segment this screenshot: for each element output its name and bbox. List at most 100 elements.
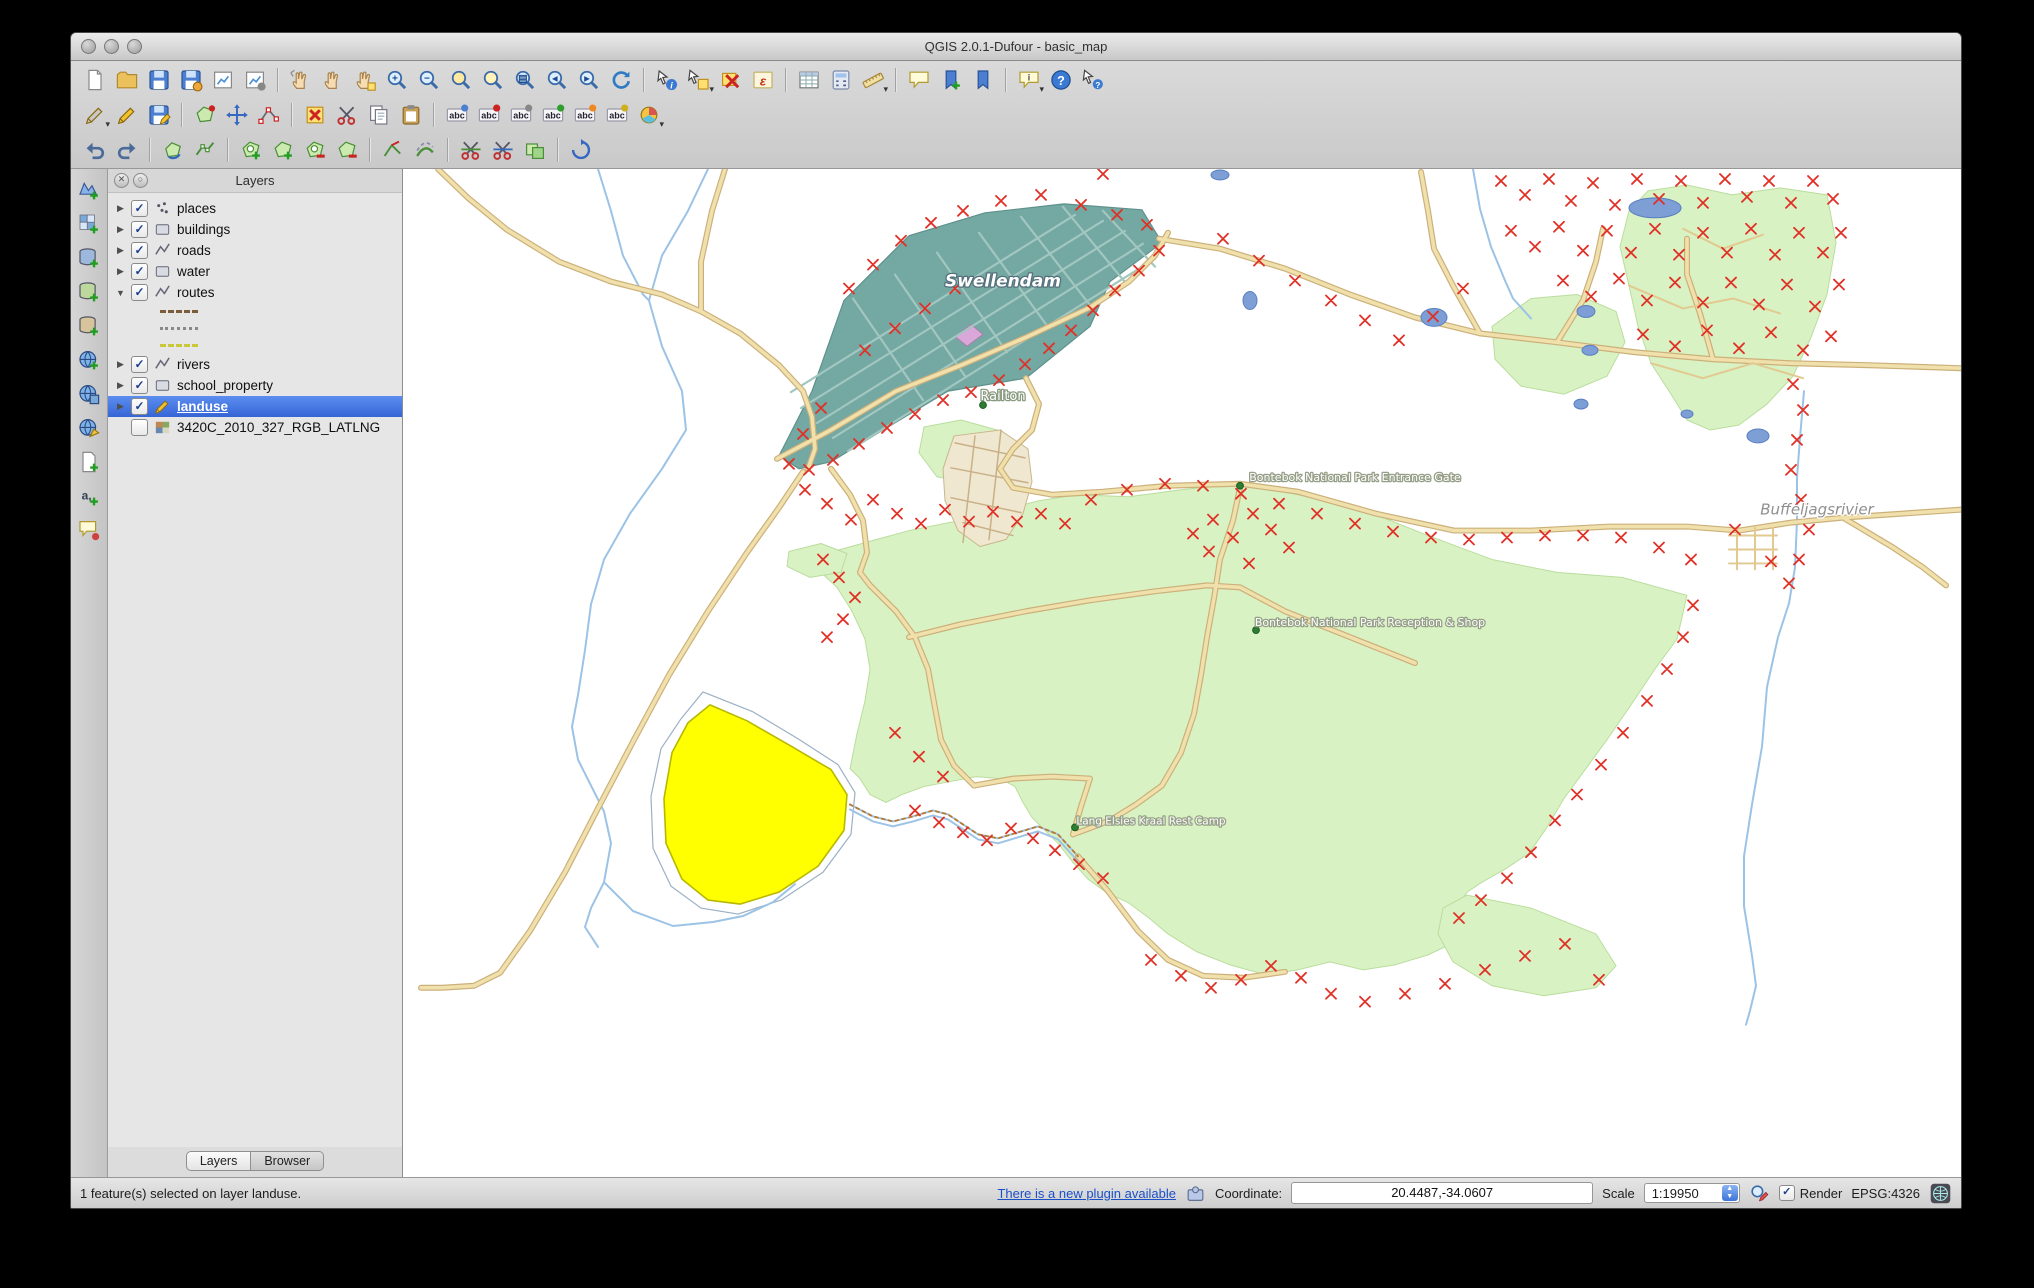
- reshape-features-button[interactable]: [377, 134, 408, 165]
- paste-features-button[interactable]: [395, 99, 426, 130]
- expand-arrow-icon[interactable]: ▶: [115, 380, 126, 391]
- split-features-button[interactable]: [455, 134, 486, 165]
- touch-zoom-pan-button[interactable]: [285, 64, 316, 95]
- simplify-feature-button[interactable]: [189, 134, 220, 165]
- expand-arrow-icon[interactable]: ▶: [115, 224, 126, 235]
- layer-visibility-checkbox[interactable]: ✓: [131, 221, 148, 238]
- labeling-options-button[interactable]: abc: [441, 99, 472, 130]
- layer-visibility-checkbox[interactable]: ✓: [131, 200, 148, 217]
- redo-button[interactable]: [111, 134, 142, 165]
- zoom-to-layer-button[interactable]: ▤: [509, 64, 540, 95]
- zoom-full-button[interactable]: [445, 64, 476, 95]
- expand-arrow-icon[interactable]: ▶: [115, 266, 126, 277]
- rotate-feature-button[interactable]: [157, 134, 188, 165]
- cut-features-button[interactable]: [331, 99, 362, 130]
- show-hide-labels-button[interactable]: abc: [505, 99, 536, 130]
- layer-row-3420C_2010_327_RGB_LATLNG[interactable]: ✓ 3420C_2010_327_RGB_LATLNG: [108, 417, 402, 438]
- layer-row-water[interactable]: ▶ ✓ water: [108, 261, 402, 282]
- layer-row-school_property[interactable]: ▶ ✓ school_property: [108, 375, 402, 396]
- add-part-button[interactable]: [267, 134, 298, 165]
- layer-row-landuse[interactable]: ▶ ✓ landuse: [108, 396, 402, 417]
- zoom-window-button[interactable]: [127, 39, 142, 54]
- expand-arrow-icon[interactable]: ▶: [115, 203, 126, 214]
- layer-visibility-checkbox[interactable]: ✓: [131, 284, 148, 301]
- delete-part-button[interactable]: [331, 134, 362, 165]
- expand-arrow-icon[interactable]: ▶: [115, 245, 126, 256]
- minimize-window-button[interactable]: [104, 39, 119, 54]
- layer-row-places[interactable]: ▶ ✓ places: [108, 198, 402, 219]
- tab-layers[interactable]: Layers: [185, 1150, 252, 1171]
- tab-browser[interactable]: Browser: [251, 1150, 325, 1171]
- layer-visibility-checkbox[interactable]: ✓: [131, 242, 148, 259]
- pin-labels-button[interactable]: abc: [473, 99, 504, 130]
- zoom-out-button[interactable]: −: [413, 64, 444, 95]
- select-by-expression-button[interactable]: ε: [747, 64, 778, 95]
- plugin-icon[interactable]: [1185, 1183, 1206, 1204]
- scale-dropdown-arrows-icon[interactable]: ▲ ▼: [1721, 1185, 1738, 1201]
- save-layer-edits-button[interactable]: [143, 99, 174, 130]
- zoom-last-button[interactable]: ◂: [541, 64, 572, 95]
- whats-this-button[interactable]: ?: [1077, 64, 1108, 95]
- select-features-button[interactable]: ▾: [683, 64, 714, 95]
- new-shapefile-layer-button[interactable]: [74, 447, 104, 477]
- show-bookmarks-button[interactable]: [967, 64, 998, 95]
- render-checkbox[interactable]: ✓ Render: [1778, 1185, 1842, 1201]
- plugin-available-link[interactable]: There is a new plugin available: [997, 1186, 1176, 1201]
- add-vector-layer-button[interactable]: [74, 175, 104, 205]
- add-wms-layer-button[interactable]: [74, 345, 104, 375]
- layer-row-roads[interactable]: ▶ ✓ roads: [108, 240, 402, 261]
- add-spatialite-layer-button[interactable]: [74, 277, 104, 307]
- panel-float-icon[interactable]: ○: [133, 173, 148, 188]
- layer-visibility-checkbox[interactable]: ✓: [131, 356, 148, 373]
- toggle-editing-button[interactable]: [111, 99, 142, 130]
- offset-curve-button[interactable]: [409, 134, 440, 165]
- add-mssql-layer-button[interactable]: [74, 311, 104, 341]
- coordinate-input[interactable]: 20.4487,-34.0607: [1291, 1182, 1594, 1204]
- create-annotation-button[interactable]: [74, 515, 104, 545]
- save-project-as-button[interactable]: [175, 64, 206, 95]
- node-tool-button[interactable]: [253, 99, 284, 130]
- panel-close-icon[interactable]: ✕: [114, 173, 129, 188]
- refresh-map-button[interactable]: [605, 64, 636, 95]
- layer-visibility-checkbox[interactable]: ✓: [131, 398, 148, 415]
- expand-arrow-icon[interactable]: ▶: [115, 401, 126, 412]
- scale-combobox[interactable]: 1:19950 ▲ ▼: [1643, 1183, 1740, 1203]
- open-attribute-table-button[interactable]: [793, 64, 824, 95]
- copy-features-button[interactable]: [363, 99, 394, 130]
- legend-symbol-row[interactable]: [108, 303, 402, 320]
- add-wfs-layer-button[interactable]: [74, 413, 104, 443]
- field-calculator-button[interactable]: [825, 64, 856, 95]
- new-bookmark-button[interactable]: [935, 64, 966, 95]
- layer-row-rivers[interactable]: ▶ ✓ rivers: [108, 354, 402, 375]
- new-project-button[interactable]: [79, 64, 110, 95]
- zoom-in-button[interactable]: +: [381, 64, 412, 95]
- text-annotation-button[interactable]: [903, 64, 934, 95]
- new-print-composer-button[interactable]: [207, 64, 238, 95]
- split-parts-button[interactable]: [487, 134, 518, 165]
- add-raster-layer-button[interactable]: [74, 209, 104, 239]
- legend-symbol-row[interactable]: [108, 337, 402, 354]
- map-canvas[interactable]: Swellendam Railton Bontebok National Park …: [403, 169, 1961, 1177]
- add-delimited-text-layer-button[interactable]: a,: [74, 481, 104, 511]
- move-feature-button[interactable]: [221, 99, 252, 130]
- save-project-button[interactable]: [143, 64, 174, 95]
- layer-row-routes[interactable]: ▼ ✓ routes: [108, 282, 402, 303]
- titlebar[interactable]: QGIS 2.0.1-Dufour - basic_map: [71, 33, 1961, 61]
- layer-visibility-checkbox[interactable]: ✓: [131, 419, 148, 436]
- rotate-label-button[interactable]: abc: [569, 99, 600, 130]
- delete-selected-button[interactable]: [299, 99, 330, 130]
- layer-visibility-checkbox[interactable]: ✓: [131, 377, 148, 394]
- layer-visibility-checkbox[interactable]: ✓: [131, 263, 148, 280]
- composer-manager-button[interactable]: [239, 64, 270, 95]
- merge-features-button[interactable]: [519, 134, 550, 165]
- delete-ring-button[interactable]: [299, 134, 330, 165]
- move-label-button[interactable]: abc: [537, 99, 568, 130]
- map-tips-button[interactable]: i ▾: [1013, 64, 1044, 95]
- measure-button[interactable]: ▾: [857, 64, 888, 95]
- change-label-properties-button[interactable]: abc: [601, 99, 632, 130]
- deselect-all-button[interactable]: [715, 64, 746, 95]
- close-window-button[interactable]: [81, 39, 96, 54]
- undo-button[interactable]: [79, 134, 110, 165]
- add-wcs-layer-button[interactable]: [74, 379, 104, 409]
- pan-map-button[interactable]: [317, 64, 348, 95]
